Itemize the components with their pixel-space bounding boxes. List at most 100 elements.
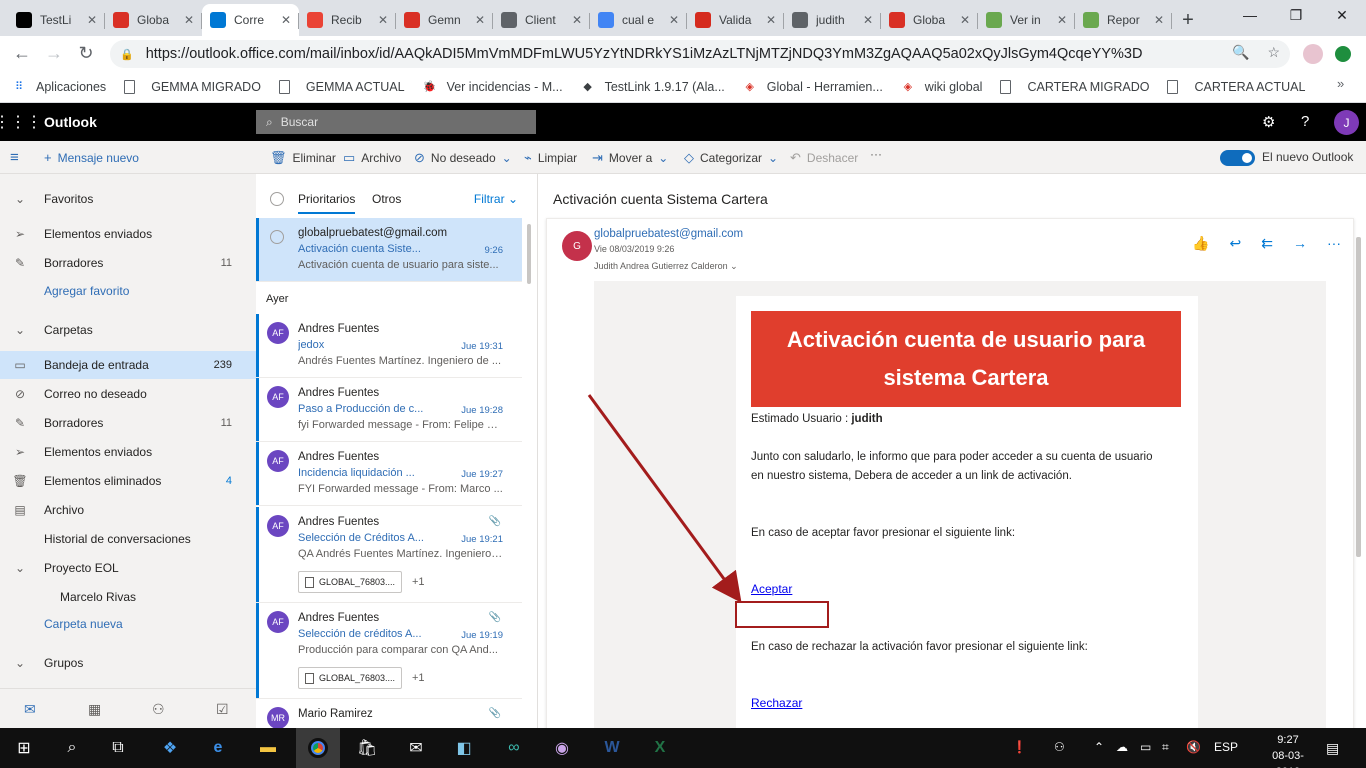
sender-avatar[interactable]: AF [267,450,289,472]
update-notification-icon[interactable]: ❗ [1012,740,1027,754]
close-tab-icon[interactable]: ✕ [572,13,582,27]
show-hidden-icons[interactable]: ⌃ [1094,740,1104,754]
language-indicator[interactable]: ESP [1214,740,1238,754]
close-tab-icon[interactable]: ✕ [378,13,388,27]
email-recipient[interactable]: Judith Andrea Gutierrez Calderon ⌄ [594,261,738,272]
bookmark-item[interactable]: GEMMA ACTUAL [278,79,405,94]
store-icon[interactable]: 🛍 [355,736,379,760]
message-row[interactable]: AF Andres Fuentes Paso a Producción de c..… [256,378,522,442]
select-all-checkbox[interactable] [270,192,284,206]
browser-tab[interactable]: Recib ✕ [299,4,396,36]
close-tab-icon[interactable]: ✕ [184,13,194,27]
close-tab-icon[interactable]: ✕ [863,13,873,27]
back-icon[interactable]: ← [6,38,38,70]
message-row[interactable]: AF Andres Fuentes jedox Jue 19:31 Andrés Fue… [256,314,522,378]
delete-button[interactable]: 🗑 Eliminar [270,150,336,166]
like-icon[interactable]: 👍 [1192,235,1209,252]
folders-header[interactable]: ⌄ Carpetas [0,316,256,344]
tab-focused[interactable]: Prioritarios [298,192,356,214]
close-tab-icon[interactable]: ✕ [766,13,776,27]
folder-item[interactable]: ⊘ Correo no deseado [0,380,256,408]
file-explorer-icon[interactable]: ▬ [256,736,280,760]
attachment-chip[interactable]: GLOBAL_76803.... [298,571,402,593]
close-tab-icon[interactable]: ✕ [1154,13,1164,27]
browser-tab[interactable]: Globa ✕ [105,4,202,36]
profile-avatar[interactable] [1303,44,1323,64]
action-center-icon[interactable]: ▤ [1326,740,1339,757]
tab-other[interactable]: Otros [372,192,401,206]
reject-link[interactable]: Rechazar [751,696,802,710]
browser-tab[interactable]: Corre ✕ [202,4,299,36]
more-actions-icon[interactable]: ··· [1327,235,1341,252]
browser-tab[interactable]: Gemn ✕ [396,4,493,36]
new-tab-button[interactable]: + [1172,4,1204,36]
user-avatar[interactable]: J [1334,110,1359,135]
archive-button[interactable]: ▭ Archivo [343,150,401,166]
browser-tab[interactable]: cual e ✕ [590,4,687,36]
bookmark-item[interactable]: ◆ TestLink 1.9.17 (Ala... [581,80,724,94]
excel-icon[interactable]: X [648,736,672,760]
close-tab-icon[interactable]: ✕ [1057,13,1067,27]
sender-avatar[interactable]: AF [267,322,289,344]
close-tab-icon[interactable]: ✕ [475,13,485,27]
browser-tab[interactable]: TestLi ✕ [8,4,105,36]
hamburger-menu-icon[interactable]: ≡ [10,149,19,166]
bookmark-item[interactable]: ◈ Global - Herramien... [743,80,883,94]
extension-icon[interactable] [1335,46,1351,62]
forward-icon[interactable]: → [38,38,70,70]
search-box[interactable]: ⌕ Buscar [256,110,536,134]
message-list-scrollbar[interactable] [527,224,531,284]
fav-sent-items[interactable]: ➢ Elementos enviados [0,220,256,248]
folder-item[interactable]: ▭ Bandeja de entrada 239 [0,351,256,379]
move-to-button[interactable]: ⇥ Mover a ⌄ [592,150,668,166]
bookmark-item[interactable]: 🐞 Ver incidencias - M... [423,80,563,94]
message-row[interactable]: globalpruebatest@gmail.com Activación cue… [256,218,522,282]
message-row[interactable]: MR Mario Ramirez 📎 [256,699,522,728]
clock[interactable]: 9:27 08-03-2019 [1260,732,1316,768]
onedrive-icon[interactable]: ☁ [1116,740,1128,754]
forward-icon[interactable]: → [1293,235,1307,252]
bookmark-item[interactable]: ⠿ Aplicaciones [12,80,106,94]
select-checkbox[interactable] [270,230,284,244]
edge-icon[interactable]: e [206,736,230,760]
battery-icon[interactable]: ▭ [1140,740,1151,754]
browser-tab[interactable]: Globa ✕ [881,4,978,36]
filter-button[interactable]: Filtrar ⌄ [474,192,518,206]
reply-all-icon[interactable]: ⇇ [1261,235,1273,252]
zoom-icon[interactable]: 🔍 [1232,44,1249,61]
sender-avatar[interactable]: MR [267,707,289,728]
categorize-button[interactable]: ◇ Categorizar ⌄ [684,150,778,166]
sender-avatar[interactable]: AF [267,515,289,537]
message-row[interactable]: AF Andres Fuentes Selección de créditos A.… [256,603,522,699]
attachment-chip[interactable]: GLOBAL_76803.... [298,667,402,689]
close-tab-icon[interactable]: ✕ [87,13,97,27]
maximize-icon[interactable]: ❐ [1273,0,1319,30]
folder-item[interactable]: ▤ Archivo [0,496,256,524]
more-options-icon[interactable]: ··· [870,147,882,161]
accept-link[interactable]: Aceptar [751,582,792,596]
folder-item[interactable]: 🗑 Elementos eliminados 4 [0,467,256,495]
close-tab-icon[interactable]: ✕ [960,13,970,27]
word-icon[interactable]: W [600,736,624,760]
people-icon[interactable]: ⚇ [152,701,165,718]
tasks-icon[interactable]: ☑ [216,701,229,718]
sender-avatar[interactable]: AF [267,611,289,633]
sender-address[interactable]: globalpruebatest@gmail.com [594,228,743,240]
task-view-icon[interactable]: ⧉ [106,736,130,760]
folder-item[interactable]: ➢ Elementos enviados [0,438,256,466]
folder-item[interactable]: ✎ Borradores 11 [0,409,256,437]
more-attachments[interactable]: +1 [412,576,425,588]
notes-app-icon[interactable]: ◧ [452,736,476,760]
junk-button[interactable]: ⊘ No deseado ⌄ [414,150,512,166]
url-bar[interactable]: 🔒 https://outlook.office.com/mail/inbox/… [110,40,1290,68]
purple-app-icon[interactable]: ◉ [550,736,574,760]
volume-muted-icon[interactable]: 🔇 [1186,740,1201,754]
browser-tab[interactable]: judith ✕ [784,4,881,36]
bookmark-item[interactable]: CARTERA MIGRADO [1000,79,1149,94]
outlook-brand[interactable]: Outlook [44,114,97,130]
people-tray-icon[interactable]: ⚇ [1054,740,1065,754]
more-attachments[interactable]: +1 [412,672,425,684]
help-icon[interactable]: ? [1301,113,1309,130]
bookmark-item[interactable]: CARTERA ACTUAL [1167,79,1305,94]
arduino-icon[interactable]: ∞ [502,736,526,760]
